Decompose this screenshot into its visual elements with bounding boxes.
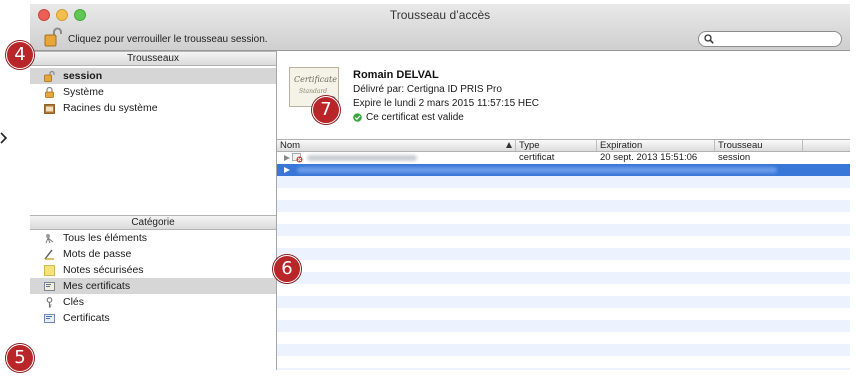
sidebar-item-label: session <box>63 70 103 82</box>
callout-badge: 6 <box>273 255 301 283</box>
column-header-type[interactable]: Type <box>516 140 597 151</box>
sidebar-item-cles[interactable]: Clés <box>30 294 276 310</box>
redacted-row <box>297 167 777 173</box>
revoked-certificate-icon <box>292 153 303 163</box>
redacted-name <box>307 155 417 161</box>
callout-badge: 7 <box>312 96 340 124</box>
sidebar-item-label: Racines du système <box>63 102 158 114</box>
keychains-header: Trousseaux <box>30 51 276 66</box>
sidebar-item-mes-certificats[interactable]: Mes certificats <box>30 278 276 294</box>
certificate-holder-name: Romain DELVAL <box>353 69 439 81</box>
cell-expiration: 20 sept. 2013 15:51:06 <box>600 152 698 163</box>
column-header-expiration[interactable]: Expiration <box>597 140 715 151</box>
check-circle-icon <box>353 113 362 122</box>
cell-keychain: session <box>718 152 751 163</box>
certificates-table: Nom Type Expiration Trousseau certificat… <box>277 139 850 370</box>
sidebar-item-label: Mes certificats <box>63 280 131 292</box>
cell-type: certificat <box>519 152 555 163</box>
window-title: Trousseau d’accès <box>389 8 491 22</box>
sidebar-item-racines[interactable]: Racines du système <box>30 100 276 116</box>
secure-note-icon <box>44 265 55 276</box>
table-row <box>277 200 850 212</box>
title-bar: Trousseau d’accès Cliquez pour verrouill… <box>30 4 850 51</box>
sidebar-item-certificats[interactable]: Certificats <box>30 310 276 326</box>
sort-ascending-icon[interactable] <box>506 142 512 148</box>
sidebar-item-label: Notes sécurisées <box>63 264 144 276</box>
search-input[interactable] <box>717 33 835 45</box>
table-header: Nom Type Expiration Trousseau <box>277 139 850 152</box>
sidebar-item-label: Certificats <box>63 312 110 324</box>
table-row <box>277 224 850 236</box>
search-icon <box>704 34 714 44</box>
lock-status-label[interactable]: Cliquez pour verrouiller le trousseau se… <box>68 34 268 45</box>
my-certificates-icon <box>44 282 55 291</box>
thumbnail-text: Certificate <box>294 75 337 84</box>
sidebar-item-label: Clés <box>63 296 85 308</box>
unlocked-keychain-icon <box>44 71 55 82</box>
disclosure-triangle-icon[interactable] <box>284 167 290 173</box>
table-row <box>277 344 850 356</box>
callout-badge: 4 <box>6 41 34 69</box>
callout-badge: 5 <box>6 344 34 372</box>
thumbnail-subtext: Standard <box>299 88 328 95</box>
table-row <box>277 176 850 188</box>
all-items-icon <box>45 234 54 244</box>
table-row[interactable]: certificat 20 sept. 2013 15:51:06 sessio… <box>277 152 850 164</box>
search-field[interactable] <box>698 31 842 47</box>
certificate-validity: Ce certificat est valide <box>366 112 464 123</box>
table-row-selected[interactable] <box>277 164 850 176</box>
password-icon <box>44 249 54 260</box>
category-header: Catégorie <box>30 215 276 230</box>
keychain-window: Trousseau d’accès Cliquez pour verrouill… <box>30 4 850 370</box>
sidebar-item-label: Mots de passe <box>63 248 132 260</box>
column-header-trousseau[interactable]: Trousseau <box>715 140 803 151</box>
main-pane: Certificate Standard Romain DELVAL Déliv… <box>277 51 850 370</box>
unlocked-padlock-icon[interactable] <box>44 27 62 47</box>
table-row <box>277 272 850 284</box>
sidebar-item-label: Tous les éléments <box>63 232 148 244</box>
sidebar-item-systeme[interactable]: Système <box>30 84 276 100</box>
sidebar-item-tous-les-elements[interactable]: Tous les éléments <box>30 230 276 246</box>
table-row <box>277 296 850 308</box>
folder-icon <box>44 104 55 114</box>
certificate-issuer: Délivré par: Certigna ID PRIS Pro <box>353 84 502 95</box>
chevron-right-icon <box>0 132 7 144</box>
key-icon <box>46 297 53 308</box>
table-row <box>277 368 850 370</box>
disclosure-triangle-icon[interactable] <box>284 155 290 161</box>
certificate-icon <box>44 314 55 323</box>
sidebar: Trousseaux session Système Racines du sy… <box>30 51 277 370</box>
table-row <box>277 320 850 332</box>
certificate-detail: Certificate Standard Romain DELVAL Déliv… <box>277 51 850 139</box>
sidebar-item-mots-de-passe[interactable]: Mots de passe <box>30 246 276 262</box>
sidebar-item-notes-securisees[interactable]: Notes sécurisées <box>30 262 276 278</box>
locked-keychain-icon <box>45 87 54 98</box>
column-header-nom[interactable]: Nom <box>277 140 516 151</box>
sidebar-item-label: Système <box>63 86 104 98</box>
certificate-expiry: Expire le lundi 2 mars 2015 11:57:15 HEC <box>353 98 540 109</box>
table-row <box>277 248 850 260</box>
keychain-screenshot: Trousseau d’accès Cliquez pour verrouill… <box>0 0 856 376</box>
sidebar-item-session[interactable]: session <box>30 68 276 84</box>
